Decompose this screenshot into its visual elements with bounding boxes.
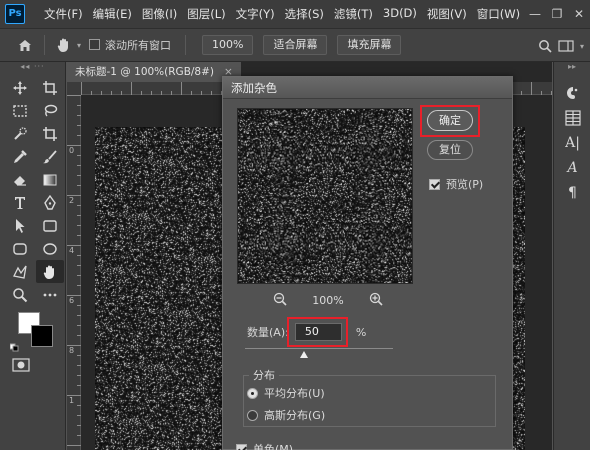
preview-zoom-controls: 100%: [273, 292, 383, 309]
uniform-radio[interactable]: [247, 387, 258, 399]
hand-tool-icon[interactable]: [51, 32, 77, 58]
preview-zoom-value: 100%: [312, 294, 344, 307]
artboard-tool-icon[interactable]: [36, 76, 64, 99]
divider: [44, 35, 45, 55]
gaussian-distribution-option[interactable]: 高斯分布(G): [247, 407, 325, 423]
home-icon[interactable]: [12, 32, 38, 58]
reset-button[interactable]: 复位: [427, 140, 473, 160]
ruler-corner: [67, 82, 81, 95]
monochrome-checkbox-box[interactable]: [236, 443, 247, 450]
document-tab[interactable]: 未标题-1 @ 100%(RGB/8#) ×: [67, 62, 241, 82]
move-tool-icon[interactable]: [6, 76, 34, 99]
uniform-label: 平均分布(U): [264, 387, 325, 400]
color-swatches: [10, 312, 60, 356]
workspace-icon[interactable]: [558, 40, 574, 52]
menu-bar: Ps 文件(F) 编辑(E) 图像(I) 图层(L) 文字(Y) 选择(S) 滤镜(T) 3D…: [0, 0, 590, 28]
divider: [185, 35, 187, 55]
ruler-label: 2: [69, 196, 74, 205]
right-panel-dock: ▸▸ A| A ¶: [553, 62, 590, 450]
monochrome-label: 单色(M): [253, 443, 294, 450]
ruler-label: 1: [69, 396, 74, 405]
quick-selection-tool-icon[interactable]: [6, 122, 34, 145]
eyedropper-tool-icon[interactable]: [6, 145, 34, 168]
main-menu: 文件(F) 编辑(E) 图像(I) 图层(L) 文字(Y) 选择(S) 滤镜(T) 3D(D)…: [39, 6, 525, 22]
ruler-label: 4: [69, 246, 74, 255]
preview-checkbox[interactable]: 预览(P): [429, 176, 483, 192]
close-window-button[interactable]: ✕: [568, 7, 590, 21]
menu-item[interactable]: 文字(Y): [231, 6, 280, 22]
character-panel-icon[interactable]: A|: [554, 130, 590, 155]
monochrome-checkbox[interactable]: 单色(M): [236, 441, 293, 450]
zoom-value-field[interactable]: 100%: [202, 35, 254, 55]
amount-input-highlight: [287, 317, 348, 347]
brush-tool-icon[interactable]: [36, 145, 64, 168]
search-icon[interactable]: [538, 39, 552, 53]
ruler-label: 0: [69, 146, 74, 155]
scroll-all-windows-checkbox[interactable]: [89, 38, 105, 52]
menu-item[interactable]: 视图(V): [422, 6, 472, 22]
scroll-all-windows-label: 滚动所有窗口: [105, 39, 172, 52]
menu-item[interactable]: 图像(I): [137, 6, 182, 22]
crop-tool-icon[interactable]: [36, 122, 64, 145]
fit-screen-button[interactable]: 适合屏幕: [263, 35, 328, 55]
gaussian-radio[interactable]: [247, 409, 258, 421]
menu-item[interactable]: 文件(F): [39, 6, 88, 22]
dialog-title[interactable]: 添加杂色: [223, 77, 512, 99]
color-panel-icon[interactable]: [554, 80, 590, 105]
more-tools-icon[interactable]: [36, 283, 64, 306]
menu-item[interactable]: 窗口(W): [472, 6, 525, 22]
marquee-tool-icon[interactable]: [6, 99, 34, 122]
zoom-tool-icon[interactable]: [6, 283, 34, 306]
amount-slider-handle[interactable]: [300, 351, 309, 358]
eraser-tool-icon[interactable]: [6, 168, 34, 191]
menu-item[interactable]: 图层(L): [182, 6, 230, 22]
ruler-label: 8: [69, 346, 74, 355]
background-color-swatch[interactable]: [31, 325, 53, 347]
document-tab-title: 未标题-1 @ 100%(RGB/8#): [75, 66, 215, 78]
zoom-in-icon[interactable]: [369, 292, 383, 309]
hand-tool-icon[interactable]: [36, 260, 64, 283]
photoshop-logo: Ps: [5, 4, 25, 24]
menu-item[interactable]: 3D(D): [378, 6, 422, 22]
ellipse-tool-icon[interactable]: [36, 237, 64, 260]
text-tool-icon[interactable]: [6, 191, 34, 214]
zoom-out-icon[interactable]: [273, 292, 287, 309]
filter-preview[interactable]: [237, 108, 413, 284]
window-controls: — ❐ ✕: [524, 0, 590, 28]
adjustments-panel-icon[interactable]: [554, 105, 590, 130]
rounded-rectangle-tool-icon[interactable]: [6, 237, 34, 260]
menu-item[interactable]: 滤镜(T): [329, 6, 378, 22]
restore-button[interactable]: ❐: [546, 7, 568, 21]
panel-grip-icon[interactable]: ▸▸: [554, 62, 590, 76]
rectangle-tool-icon[interactable]: [36, 214, 64, 237]
panel-grip-icon[interactable]: ◂◂ ···: [0, 62, 65, 72]
ok-button[interactable]: 确定: [427, 110, 473, 131]
minimize-button[interactable]: —: [524, 7, 546, 21]
uniform-distribution-option[interactable]: 平均分布(U): [247, 385, 325, 401]
menu-item[interactable]: 选择(S): [280, 6, 329, 22]
path-selection-tool-icon[interactable]: [6, 214, 34, 237]
gradient-tool-icon[interactable]: [36, 168, 64, 191]
options-bar: ▾ 滚动所有窗口 100% 适合屏幕 填充屏幕 ▾: [0, 28, 590, 62]
pen-tool-icon[interactable]: [36, 191, 64, 214]
preview-checkbox-box[interactable]: [429, 178, 440, 190]
menu-item[interactable]: 编辑(E): [88, 6, 137, 22]
paragraph-panel-icon[interactable]: ¶: [554, 180, 590, 205]
ruler-label: 6: [69, 296, 74, 305]
amount-slider-track[interactable]: [245, 348, 393, 349]
amount-label: 数量(A):: [247, 326, 289, 339]
gaussian-label: 高斯分布(G): [264, 409, 326, 422]
tools-panel: ◂◂ ···: [0, 62, 66, 450]
quick-mask-icon[interactable]: [12, 358, 30, 375]
custom-shape-tool-icon[interactable]: [6, 260, 34, 283]
amount-unit: %: [355, 325, 367, 339]
fill-screen-button[interactable]: 填充屏幕: [337, 35, 402, 55]
vertical-ruler[interactable]: 0 2 4 6 8 1: [67, 95, 81, 450]
default-colors-icon[interactable]: [10, 342, 20, 352]
preview-checkbox-label: 预览(P): [446, 178, 484, 191]
add-noise-dialog: 添加杂色 确定 复位 预览(P) 100% 数量(A): 50 % 分布 平均分…: [222, 76, 513, 450]
distribution-label: 分布: [249, 367, 279, 383]
lasso-tool-icon[interactable]: [36, 99, 64, 122]
glyphs-panel-icon[interactable]: A: [554, 155, 590, 180]
